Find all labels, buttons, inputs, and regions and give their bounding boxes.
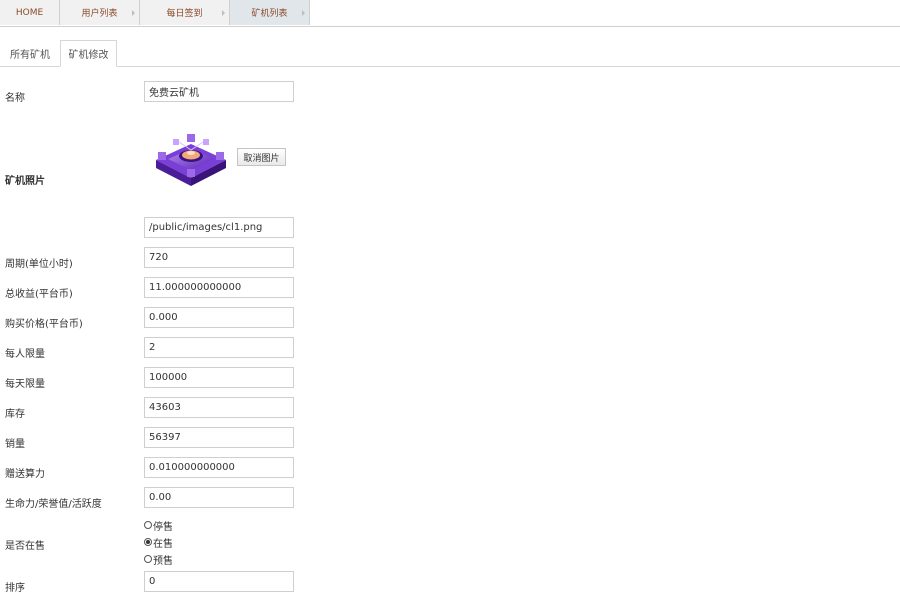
image-path-input[interactable] [144,217,294,238]
sales-input[interactable] [144,427,294,448]
radio-stop-sale-label: 停售 [153,521,173,533]
total-income-label: 总收益(平台币) [5,289,73,300]
radio-on-sale-label: 在售 [153,538,173,550]
tab-edit-miner[interactable]: 矿机修改 [60,40,117,67]
radio-presale-label: 预售 [153,555,173,567]
period-label: 周期(单位小时) [5,259,73,270]
total-income-input[interactable] [144,277,294,298]
period-input[interactable] [144,247,294,268]
sub-tabs: 所有矿机 矿机修改 [0,40,900,67]
name-label: 名称 [5,93,25,104]
daily-limit-label: 每天限量 [5,379,45,390]
radio-presale[interactable]: 预售 [144,553,173,567]
tab-user-list-label: 用户列表 [81,9,118,19]
daily-limit-input[interactable] [144,367,294,388]
caret-right-icon [302,10,305,16]
caret-right-icon [222,10,225,16]
per-person-limit-input[interactable] [144,337,294,358]
caret-right-icon [132,10,135,16]
radio-stop-sale[interactable]: 停售 [144,519,173,533]
miner-icon [156,134,226,186]
radio-checked-icon[interactable] [144,538,152,546]
tab-home-label: HOME [15,7,44,18]
miner-image [148,124,234,192]
sales-label: 销量 [5,439,25,450]
price-label: 购买价格(平台币) [5,319,83,330]
price-input[interactable] [144,307,294,328]
tab-user-list[interactable]: 用户列表 [60,0,140,25]
bonus-power-input[interactable] [144,457,294,478]
bonus-power-label: 赠送算力 [5,469,45,480]
tab-edit-miner-label: 矿机修改 [68,50,109,61]
stock-label: 库存 [5,409,25,420]
radio-circle-icon[interactable] [144,521,152,529]
radio-on-sale[interactable]: 在售 [144,536,173,550]
photo-label: 矿机照片 [5,176,45,187]
sort-input[interactable] [144,571,294,592]
tab-miner-list-label: 矿机列表 [251,9,288,19]
top-bar: HOME 用户列表 每日签到 矿机列表 [0,0,900,27]
vitality-label: 生命力/荣誉值/活跃度 [5,499,102,510]
vitality-input[interactable] [144,487,294,508]
tab-home[interactable]: HOME [0,0,60,25]
cancel-image-button[interactable]: 取消图片 [237,148,286,166]
name-input[interactable] [144,81,294,102]
tab-daily-checkin[interactable]: 每日签到 [140,0,230,25]
tab-daily-checkin-label: 每日签到 [166,9,203,19]
tab-miner-list[interactable]: 矿机列表 [230,0,310,25]
sort-label: 排序 [5,583,25,594]
tab-all-miners[interactable]: 所有矿机 [0,40,60,66]
tab-all-miners-label: 所有矿机 [10,49,50,61]
top-nav: HOME 用户列表 每日签到 矿机列表 [0,0,310,25]
on-sale-label: 是否在售 [5,541,45,552]
radio-circle-icon[interactable] [144,555,152,563]
per-person-limit-label: 每人限量 [5,349,45,360]
stock-input[interactable] [144,397,294,418]
